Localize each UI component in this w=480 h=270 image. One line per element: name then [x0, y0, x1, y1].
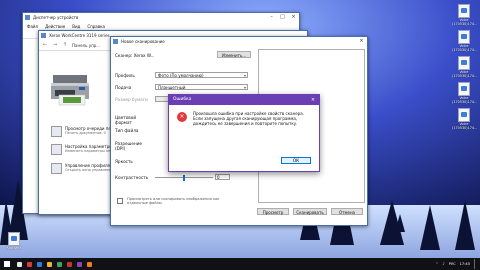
taskbar-app-icon[interactable]: [54, 258, 64, 270]
device-manager-menubar: Файл Действие Вид Справка: [23, 22, 299, 30]
up-arrow-icon[interactable]: ↑: [62, 42, 68, 48]
brightness-label: Яркость: [115, 159, 133, 164]
new-scan-titlebar[interactable]: Новое сканирование ×: [111, 37, 367, 46]
menu-view[interactable]: Вид: [72, 24, 80, 29]
contrast-slider[interactable]: [155, 174, 213, 181]
menu-action[interactable]: Действие: [45, 24, 65, 29]
show-desktop-button[interactable]: [474, 259, 478, 269]
error-icon: ×: [177, 112, 187, 122]
back-arrow-icon[interactable]: ←: [42, 42, 48, 48]
scanner-label: Сканер: Xerox W...: [115, 53, 155, 58]
separate-files-checkbox[interactable]: [117, 198, 123, 204]
change-scanner-button[interactable]: Изменить...: [217, 51, 251, 58]
desktop-file-icon[interactable]: Voice (170530)174...: [452, 108, 477, 131]
taskbar-app-icon[interactable]: [14, 258, 24, 270]
windows-logo-icon: [4, 261, 10, 267]
forward-arrow-icon[interactable]: →: [52, 42, 58, 48]
separate-files-label: Просмотреть или сканировать изображения …: [127, 197, 220, 205]
close-button[interactable]: ×: [288, 13, 299, 22]
scanner-icon: [113, 39, 118, 44]
taskbar-app-icon[interactable]: [84, 258, 94, 270]
device-manager-titlebar[interactable]: Диспетчер устройств – □ ×: [23, 13, 299, 22]
recycle-bin-icon[interactable]: Корзина: [2, 232, 26, 251]
source-label: Подача: [115, 84, 132, 90]
contrast-value-field[interactable]: 0: [215, 174, 230, 180]
start-button[interactable]: [0, 258, 14, 270]
close-icon[interactable]: ×: [307, 95, 319, 105]
device-manager-title: Диспетчер устройств: [33, 15, 79, 20]
error-dialog: Ошибка × × Произошла ошибка при настройк…: [168, 94, 320, 172]
close-button[interactable]: ×: [356, 37, 367, 46]
source-select[interactable]: Планшетный: [155, 84, 248, 91]
resolution-label: Разрешение (DPI): [115, 141, 142, 151]
file-type-label: Тип файла: [115, 128, 139, 133]
taskbar-app-icon[interactable]: [34, 258, 44, 270]
device-manager-icon: [25, 15, 30, 20]
preview-button[interactable]: Просмотр: [257, 208, 289, 215]
volume-icon[interactable]: ♪: [442, 262, 444, 266]
desktop-file-icon[interactable]: Voice (170530)174...: [452, 56, 477, 79]
color-format-label: Цветовой формат: [115, 115, 137, 125]
ok-button[interactable]: ОК: [281, 157, 311, 164]
taskbar-app-icon[interactable]: [64, 258, 74, 270]
system-tray: ⌃ ♪ РУС 17:45: [435, 258, 478, 270]
print-queue-icon: [51, 126, 62, 137]
profiles-link[interactable]: Управление профилями Открыть окно управл…: [51, 163, 117, 174]
menu-help[interactable]: Справка: [87, 24, 105, 29]
tray-arrow-icon[interactable]: ⌃: [435, 262, 438, 266]
taskbar-app-icon[interactable]: [24, 258, 34, 270]
taskbar: ⌃ ♪ РУС 17:45: [0, 258, 480, 270]
error-message: Произошла ошибка при настройке свойств с…: [193, 111, 304, 126]
desktop-file-icon[interactable]: Voice (170530)174...: [452, 30, 477, 53]
minimize-button[interactable]: –: [266, 13, 277, 22]
print-settings-icon: [51, 144, 62, 155]
language-indicator[interactable]: РУС: [449, 262, 456, 266]
menu-file[interactable]: Файл: [27, 24, 38, 29]
paper-size-label: Размер бумаги: [115, 96, 148, 102]
contrast-slider-thumb[interactable]: [183, 174, 185, 181]
desktop-file-icon[interactable]: Voice (170530)174...: [452, 82, 477, 105]
desktop-file-icon[interactable]: Voice (170530)174...: [452, 4, 477, 27]
maximize-button[interactable]: □: [277, 13, 288, 22]
cancel-button[interactable]: Отмена: [331, 208, 363, 215]
contrast-label: Контрастность: [115, 175, 149, 180]
printer-window-icon: [41, 33, 46, 38]
profile-label: Профиль: [115, 72, 135, 78]
profile-select[interactable]: Фото (По умолчанию): [155, 72, 248, 79]
new-scan-title: Новое сканирование: [121, 39, 165, 44]
profiles-icon: [51, 163, 62, 174]
breadcrumb[interactable]: Панель упр...: [72, 43, 100, 48]
printer-window-title: Xerox WorkCentre 3119 series: [49, 33, 110, 38]
error-dialog-title[interactable]: Ошибка: [169, 95, 319, 105]
taskbar-app-icon[interactable]: [74, 258, 84, 270]
printer-icon: [51, 75, 89, 106]
scan-button[interactable]: Сканировать: [293, 208, 327, 215]
clock[interactable]: 17:45: [460, 262, 470, 266]
taskbar-app-icon[interactable]: [44, 258, 54, 270]
